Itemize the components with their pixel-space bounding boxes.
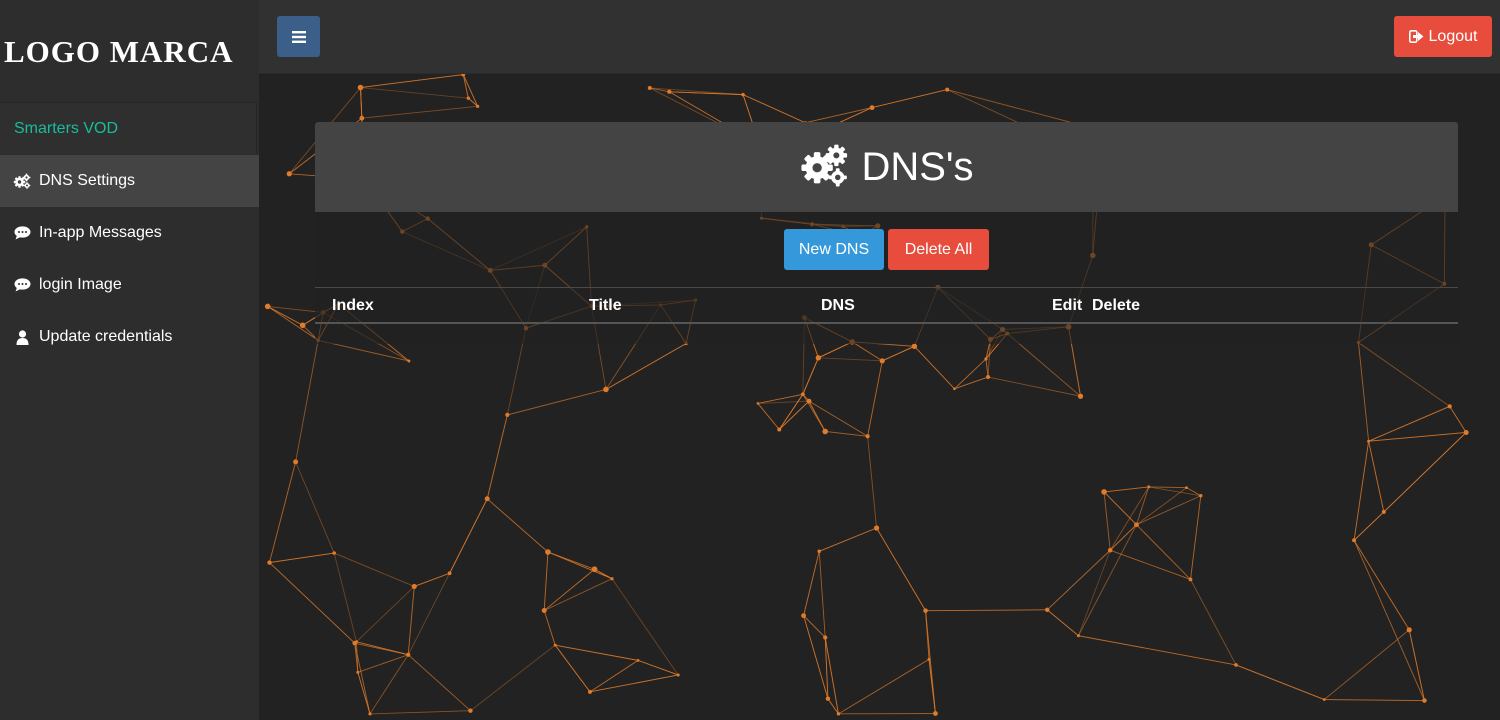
sidebar-nav: DNS Settings In-app Messages login Image…: [0, 155, 259, 363]
logout-label: Logout: [1428, 27, 1478, 45]
logout-button[interactable]: Logout: [1394, 16, 1492, 57]
new-dns-button[interactable]: New DNS: [784, 229, 884, 270]
menu-toggle-button[interactable]: [277, 16, 320, 57]
hamburger-icon: [291, 30, 306, 43]
delete-all-button[interactable]: Delete All: [888, 229, 989, 270]
dns-table-header: Index Title DNS Edit Delete: [315, 287, 1458, 324]
sidebar-item-label: Update credentials: [39, 328, 173, 345]
comment-icon: [13, 278, 31, 292]
sidebar-item-label: In-app Messages: [39, 224, 162, 241]
logo: LOGO MARCA: [4, 34, 234, 69]
sidebar-item-update-credentials[interactable]: Update credentials: [0, 311, 259, 363]
comment-icon: [13, 226, 31, 240]
sidebar-item-dns-settings[interactable]: DNS Settings: [0, 155, 259, 207]
user-icon: [13, 329, 31, 345]
column-header-edit: Edit: [1052, 297, 1083, 314]
sidebar-brand-label: Smarters VOD: [14, 119, 119, 137]
sidebar: LOGO MARCA Smarters VOD DNS Settings In-…: [0, 0, 259, 720]
page-title: DNS's: [861, 144, 974, 189]
column-header-dns: DNS: [821, 297, 855, 314]
top-bar: Logout: [259, 0, 1500, 74]
sidebar-item-login-image[interactable]: login Image: [0, 259, 259, 311]
sign-out-icon: [1408, 30, 1424, 43]
gears-icon: [13, 173, 31, 189]
column-header-index: Index: [332, 297, 374, 314]
column-header-title: Title: [589, 297, 622, 314]
sidebar-item-label: DNS Settings: [39, 172, 136, 189]
sidebar-item-label: login Image: [39, 276, 122, 293]
page-header-panel: DNS's: [315, 122, 1458, 212]
dns-table-body: [315, 324, 1458, 344]
sidebar-item-in-app-messages[interactable]: In-app Messages: [0, 207, 259, 259]
gears-icon: [799, 143, 849, 192]
sidebar-brand[interactable]: Smarters VOD: [0, 102, 257, 154]
action-bar: New DNS Delete All: [315, 212, 1458, 287]
column-header-delete: Delete: [1092, 297, 1141, 314]
